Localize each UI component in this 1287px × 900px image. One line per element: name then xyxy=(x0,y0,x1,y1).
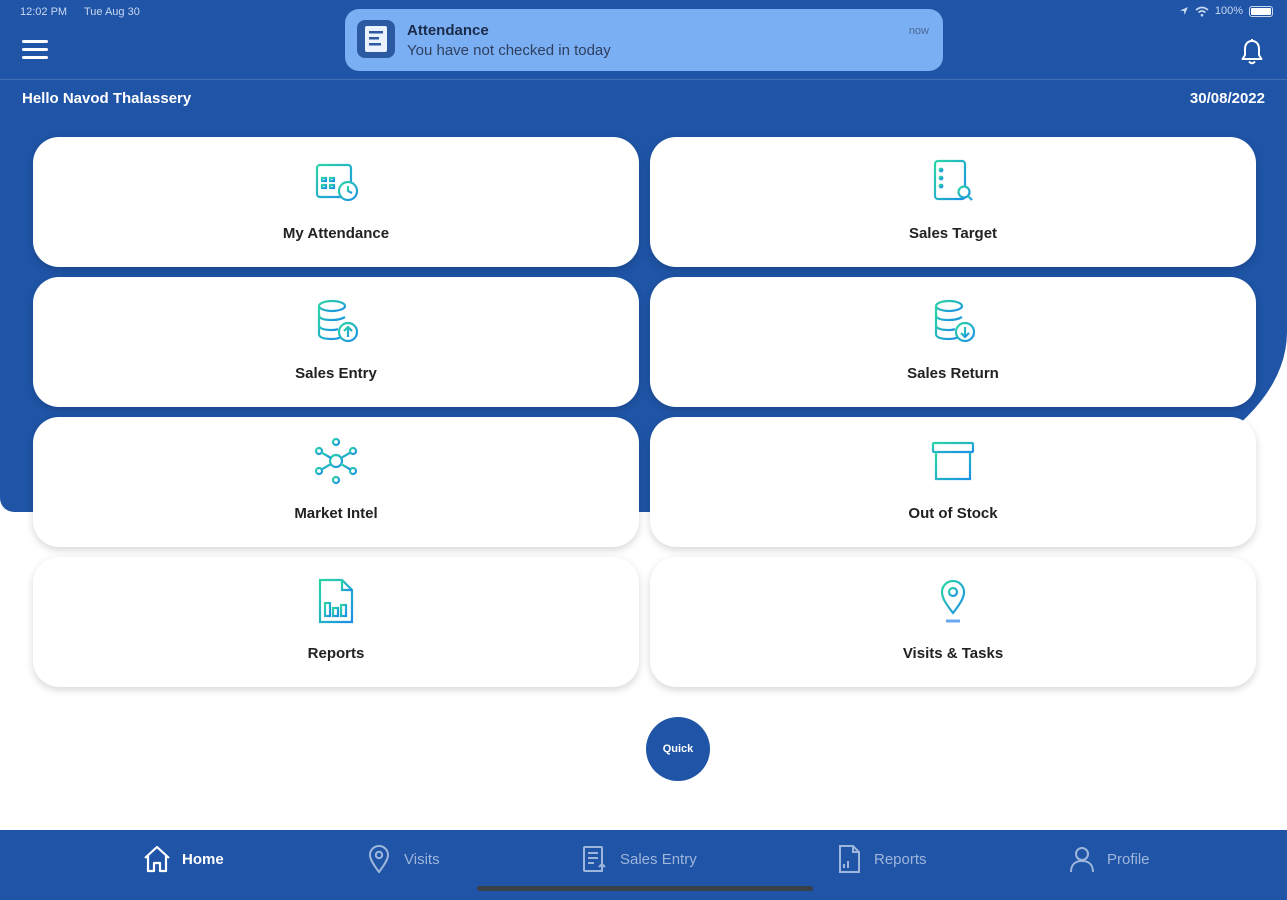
location-arrow-icon xyxy=(1179,7,1188,15)
tile-label: Reports xyxy=(307,645,365,662)
database-upload-icon xyxy=(317,299,359,343)
nav-label: Profile xyxy=(1107,850,1150,868)
report-chart-icon xyxy=(318,578,354,624)
nav-item-profile[interactable]: Profile xyxy=(1067,842,1150,876)
wifi-icon xyxy=(1195,6,1209,16)
app-icon xyxy=(357,20,395,58)
tile-my-attendance[interactable]: My Attendance xyxy=(33,137,639,267)
status-bar-left: 12:02 PM Tue Aug 30 xyxy=(20,6,154,18)
nav-item-visits[interactable]: Visits xyxy=(364,842,440,876)
tile-visits-tasks[interactable]: Visits & Tasks xyxy=(650,557,1256,687)
tile-sales-target[interactable]: Sales Target xyxy=(650,137,1256,267)
database-download-icon xyxy=(934,299,976,343)
battery-icon xyxy=(1249,5,1273,17)
notification-body: You have not checked in today xyxy=(407,42,611,59)
sales-entry-icon xyxy=(583,846,606,872)
status-time: 12:02 PM xyxy=(20,6,68,18)
network-icon xyxy=(314,437,358,485)
notification-time: now xyxy=(908,25,929,37)
map-pin-icon xyxy=(940,579,966,623)
nav-label: Home xyxy=(182,850,224,868)
nav-item-sales-entry[interactable]: Sales Entry xyxy=(580,842,697,876)
tile-label: Out of Stock xyxy=(908,505,998,522)
map-pin-icon xyxy=(368,845,390,874)
tile-sales-return[interactable]: Sales Return xyxy=(650,277,1256,407)
tile-label: Sales Target xyxy=(908,225,998,242)
status-date: Tue Aug 30 xyxy=(83,6,140,18)
nav-item-reports[interactable]: Reports xyxy=(834,842,927,876)
archive-box-icon xyxy=(931,441,975,481)
calendar-clock-icon xyxy=(315,161,359,202)
nav-item-home[interactable]: Home xyxy=(142,842,224,876)
user-icon xyxy=(1070,847,1094,873)
header-divider xyxy=(0,79,1287,80)
tile-label: Visits & Tasks xyxy=(902,645,1004,662)
battery-percent: 100% xyxy=(1214,5,1243,17)
greeting-text: Hello Navod Thalassery xyxy=(22,90,192,107)
tile-label: My Attendance xyxy=(282,225,390,242)
menu-icon[interactable] xyxy=(22,40,48,60)
tile-label: Market Intel xyxy=(294,505,378,522)
list-search-icon xyxy=(933,159,973,201)
current-date: 30/08/2022 xyxy=(1189,90,1265,107)
document-icon xyxy=(839,845,860,873)
tile-reports[interactable]: Reports xyxy=(33,557,639,687)
quick-button[interactable]: Quick xyxy=(646,717,710,781)
tile-label: Sales Return xyxy=(907,365,999,382)
tile-sales-entry[interactable]: Sales Entry xyxy=(33,277,639,407)
tile-market-intel[interactable]: Market Intel xyxy=(33,417,639,547)
bell-icon[interactable] xyxy=(1239,38,1265,66)
nav-label: Visits xyxy=(404,850,440,868)
home-icon xyxy=(144,845,170,873)
status-bar-right: 100% xyxy=(1179,5,1273,17)
nav-label: Sales Entry xyxy=(620,850,697,868)
nav-label: Reports xyxy=(874,850,927,868)
tile-label: Sales Entry xyxy=(295,365,377,382)
home-indicator xyxy=(477,886,813,891)
notification-title: Attendance xyxy=(407,22,489,39)
tile-out-of-stock[interactable]: Out of Stock xyxy=(650,417,1256,547)
attendance-notification[interactable]: Attendance You have not checked in today… xyxy=(345,9,943,71)
